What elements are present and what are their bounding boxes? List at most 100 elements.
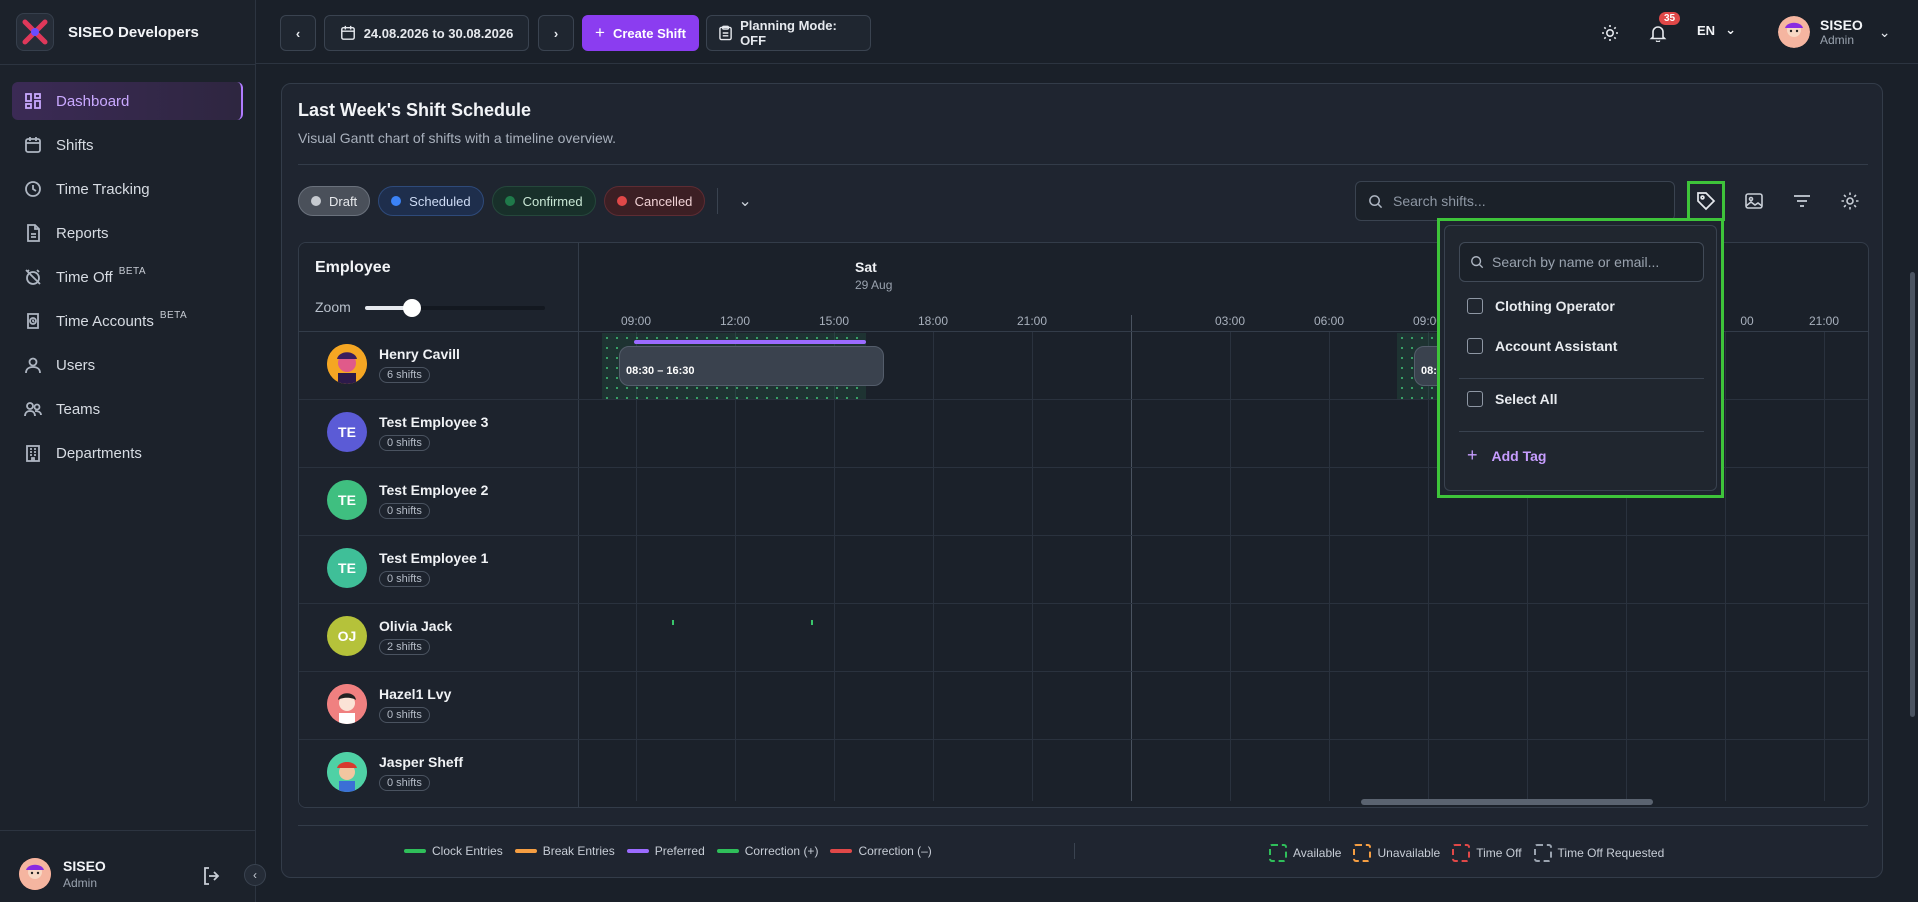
card-divider bbox=[298, 164, 1868, 165]
employee-info[interactable]: TE Test Employee 2 0 shifts bbox=[327, 480, 488, 520]
sidebar-item-departments[interactable]: Departments bbox=[12, 434, 243, 472]
shift-count-badge: 0 shifts bbox=[379, 434, 430, 451]
time-account-icon bbox=[27, 313, 39, 329]
checkbox[interactable] bbox=[1467, 338, 1483, 354]
settings-button[interactable] bbox=[1831, 181, 1869, 221]
tag-option-account-assistant[interactable]: Account Assistant bbox=[1467, 338, 1617, 354]
sidebar-item-time-accounts[interactable]: Time Accounts BETA bbox=[12, 302, 243, 340]
expand-filters-chevron-icon[interactable]: ⌄ bbox=[730, 191, 759, 211]
zoom-slider[interactable] bbox=[365, 299, 545, 317]
brand[interactable]: SISEO Developers bbox=[16, 13, 199, 51]
sidebar: SISEO Developers Dashboard Shifts Time T… bbox=[0, 0, 266, 902]
sidebar-user-role: Admin bbox=[63, 876, 98, 890]
add-tag-button[interactable]: + Add Tag bbox=[1467, 445, 1546, 466]
checkbox[interactable] bbox=[1467, 298, 1483, 314]
zoom-label: Zoom bbox=[315, 299, 351, 315]
brand-name: SISEO Developers bbox=[68, 23, 199, 41]
filter-chip-cancelled[interactable]: Cancelled bbox=[603, 186, 706, 216]
table-row: TE Test Employee 1 0 shifts bbox=[299, 536, 1868, 604]
tag-option-label: Clothing Operator bbox=[1495, 298, 1615, 314]
next-week-button[interactable]: › bbox=[538, 15, 574, 51]
top-user-name: SISEO bbox=[1820, 17, 1863, 33]
logout-icon[interactable] bbox=[200, 864, 224, 891]
avatar bbox=[327, 684, 367, 724]
shift-bar[interactable]: 08:30 – 16:30 bbox=[619, 346, 884, 386]
create-shift-button[interactable]: + Create Shift bbox=[582, 15, 699, 51]
language-selector[interactable]: EN ⌄ bbox=[1697, 22, 1736, 38]
chip-label: Confirmed bbox=[522, 193, 583, 209]
card-title: Last Week's Shift Schedule bbox=[298, 100, 532, 120]
top-user-role: Admin bbox=[1820, 33, 1855, 47]
legend-lines: Clock Entries Break Entries Preferred Co… bbox=[404, 844, 932, 858]
select-all-tags[interactable]: Select All bbox=[1467, 391, 1558, 407]
search-shifts-input[interactable] bbox=[1393, 193, 1653, 209]
legend-swatch bbox=[716, 849, 739, 853]
date-range-picker[interactable]: 24.08.2026 to 30.08.2026 bbox=[324, 15, 529, 51]
sidebar-item-time-off[interactable]: Time Off BETA bbox=[12, 258, 243, 296]
sidebar-item-dashboard[interactable]: Dashboard bbox=[12, 82, 243, 120]
employee-info[interactable]: OJ Olivia Jack 2 shifts bbox=[327, 616, 452, 656]
employee-info[interactable]: Henry Cavill 6 shifts bbox=[327, 344, 460, 384]
legend-swatch bbox=[1452, 844, 1471, 862]
theme-toggle-button[interactable] bbox=[1595, 18, 1625, 48]
time-label: 06:00 bbox=[1313, 314, 1345, 328]
legend-swatch bbox=[626, 849, 649, 853]
employee-info[interactable]: Hazel1 Lvy 0 shifts bbox=[327, 684, 451, 724]
time-label-partial: 00 bbox=[1740, 314, 1754, 328]
employee-name: Test Employee 3 bbox=[379, 413, 489, 430]
sidebar-nav: Dashboard Shifts Time Tracking Reports T… bbox=[12, 82, 243, 478]
search-shifts bbox=[1355, 181, 1675, 221]
legend-swatch bbox=[830, 849, 853, 853]
add-tag-label: Add Tag bbox=[1491, 447, 1547, 464]
sidebar-item-time-tracking[interactable]: Time Tracking bbox=[12, 170, 243, 208]
topbar: ‹ 24.08.2026 to 30.08.2026 › + Create Sh… bbox=[256, 0, 1918, 64]
tag-filter-button[interactable] bbox=[1687, 181, 1725, 221]
collapse-sidebar-button[interactable]: ‹ bbox=[244, 864, 266, 886]
avatar-initials: TE bbox=[338, 424, 356, 440]
tag-option-clothing-operator[interactable]: Clothing Operator bbox=[1467, 298, 1615, 314]
sidebar-item-shifts[interactable]: Shifts bbox=[12, 126, 243, 164]
sidebar-item-label: Time Accounts bbox=[56, 312, 154, 330]
table-row: Jasper Sheff 0 shifts bbox=[299, 740, 1868, 807]
legend-separator bbox=[1074, 843, 1075, 859]
legend-item: Available bbox=[1269, 844, 1341, 862]
tag-search-input[interactable] bbox=[1492, 254, 1692, 270]
legend-label: Time Off bbox=[1476, 846, 1522, 860]
dropdown-divider bbox=[1459, 431, 1704, 432]
employee-info[interactable]: TE Test Employee 1 0 shifts bbox=[327, 548, 488, 588]
avatar bbox=[327, 344, 367, 384]
sidebar-item-label: Teams bbox=[56, 400, 101, 418]
table-row: OJ Olivia Jack 2 shifts bbox=[299, 604, 1868, 672]
sidebar-item-label: Time Off bbox=[56, 268, 113, 286]
employee-info[interactable]: Jasper Sheff 0 shifts bbox=[327, 752, 463, 792]
export-image-button[interactable] bbox=[1735, 181, 1773, 221]
status-dot bbox=[616, 196, 627, 206]
user-menu[interactable]: SISEO Admin ⌄ bbox=[1778, 16, 1891, 48]
employee-name: Henry Cavill bbox=[379, 345, 460, 362]
legend-item: Break Entries bbox=[514, 844, 615, 858]
sidebar-item-teams[interactable]: Teams bbox=[12, 390, 243, 428]
sidebar-item-users[interactable]: Users bbox=[12, 346, 243, 384]
filter-button[interactable] bbox=[1783, 181, 1821, 221]
filter-chip-draft[interactable]: Draft bbox=[298, 186, 371, 216]
chevron-left-icon: ‹ bbox=[295, 25, 301, 41]
create-shift-label: Create Shift bbox=[612, 25, 686, 41]
filter-chip-scheduled[interactable]: Scheduled bbox=[378, 186, 484, 216]
avatar bbox=[1778, 16, 1810, 48]
prev-week-button[interactable]: ‹ bbox=[280, 15, 316, 51]
legend-item: Clock Entries bbox=[404, 844, 503, 858]
notifications-button[interactable]: 35 bbox=[1643, 12, 1681, 48]
sidebar-user[interactable]: SISEO Admin bbox=[19, 858, 106, 890]
planning-mode-button[interactable]: Planning Mode: OFF bbox=[706, 15, 871, 51]
checkbox[interactable] bbox=[1467, 391, 1483, 407]
employee-name: Test Employee 2 bbox=[379, 481, 489, 498]
sidebar-item-reports[interactable]: Reports bbox=[12, 214, 243, 252]
shift-count-badge: 0 shifts bbox=[379, 502, 430, 519]
page-scrollbar[interactable] bbox=[1910, 272, 1915, 717]
horizontal-scrollbar[interactable] bbox=[1361, 799, 1653, 805]
filter-chip-confirmed[interactable]: Confirmed bbox=[491, 186, 596, 216]
employee-info[interactable]: TE Test Employee 3 0 shifts bbox=[327, 412, 488, 452]
chevron-down-icon: ⌄ bbox=[1878, 23, 1891, 40]
zoom-slider-handle[interactable] bbox=[403, 299, 421, 317]
employee-name: Test Employee 1 bbox=[379, 549, 489, 566]
